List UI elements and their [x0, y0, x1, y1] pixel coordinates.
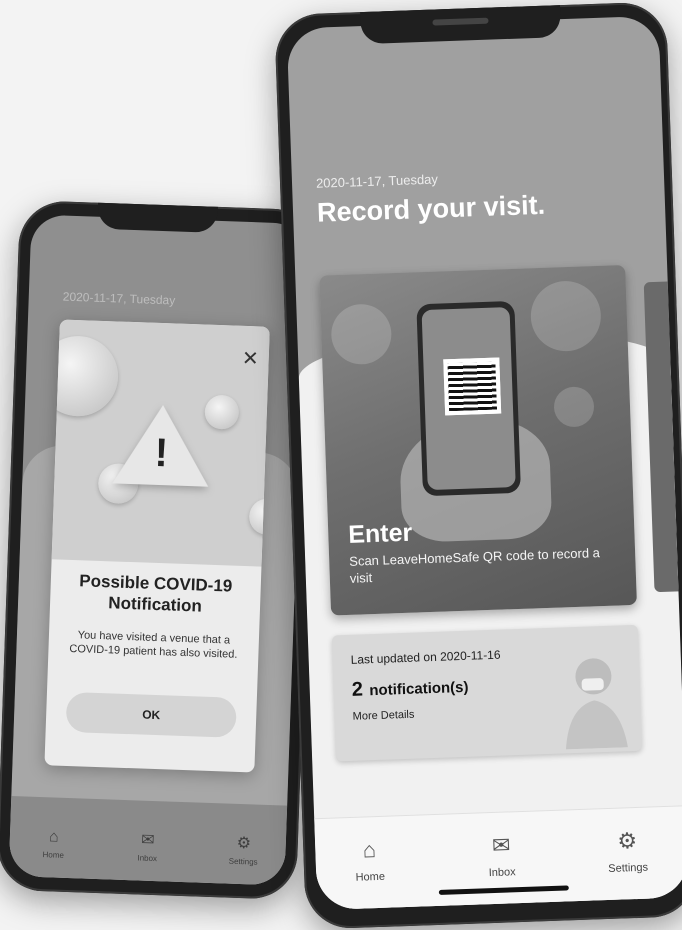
exclamation-icon: !: [153, 430, 169, 476]
virus-icon: [44, 334, 120, 418]
tab-home[interactable]: ⌂ Home: [23, 828, 84, 861]
bokeh-light: [553, 386, 595, 428]
notification-card[interactable]: Last updated on 2020-11-16 2 notificatio…: [331, 624, 643, 762]
covid-notification-modal: ! ✕ Possible COVID-19 Notification You h…: [44, 319, 270, 773]
tab-label: Inbox: [137, 853, 158, 864]
tab-inbox[interactable]: ✉ Inbox: [461, 831, 543, 880]
qr-code-icon: [443, 357, 502, 416]
notification-count: 2 notification(s): [351, 675, 468, 702]
bokeh-light: [529, 279, 603, 353]
tab-bar: ⌂ Home ✉ Inbox ⚙ Settings: [8, 796, 288, 886]
more-details-link[interactable]: More Details: [352, 709, 414, 723]
tab-label: Settings: [228, 856, 258, 867]
tab-settings[interactable]: ⚙ Settings: [213, 832, 274, 867]
enter-subtitle: Scan LeaveHomeSafe QR code to record a v…: [348, 545, 601, 586]
enter-title: Enter: [347, 518, 413, 549]
right-phone-mockup: 2020-11-17, Tuesday Record your visit. E…: [274, 1, 682, 930]
qr-hint: [426, 429, 514, 432]
phone-notch: [97, 202, 219, 233]
qr-phone-illustration: [416, 300, 521, 497]
left-phone-mockup: 2020-11-17, Tuesday ! ✕ Possible COVID-1…: [0, 199, 320, 901]
date-label: 2020-11-17, Tuesday: [62, 289, 176, 308]
modal-illustration: !: [44, 319, 270, 567]
tab-label: Home: [42, 850, 65, 860]
tab-inbox[interactable]: ✉ Inbox: [117, 829, 178, 864]
last-updated-label: Last updated on 2020-11-16: [350, 647, 501, 667]
masked-person-icon: [565, 658, 628, 750]
qr-phone-screen: [421, 307, 516, 491]
left-phone-screen: 2020-11-17, Tuesday ! ✕ Possible COVID-1…: [8, 214, 308, 886]
home-icon: ⌂: [362, 837, 377, 863]
bokeh-light: [330, 303, 393, 366]
ok-button[interactable]: OK: [65, 691, 237, 738]
home-icon: ⌂: [48, 828, 60, 846]
modal-message: You have visited a venue that a COVID-19…: [69, 629, 238, 661]
right-phone-screen: 2020-11-17, Tuesday Record your visit. E…: [286, 15, 682, 911]
tab-label: Home: [355, 870, 386, 884]
close-icon[interactable]: ✕: [242, 346, 260, 372]
date-label: 2020-11-17, Tuesday: [315, 171, 439, 191]
gear-icon: ⚙: [236, 834, 252, 853]
gear-icon: ⚙: [616, 827, 638, 854]
inbox-icon: ✉: [140, 831, 155, 850]
tab-settings[interactable]: ⚙ Settings: [587, 827, 669, 876]
count-label: notification(s): [369, 678, 469, 700]
modal-title: Possible COVID-19 Notification: [79, 571, 233, 616]
page-title: Record your visit.: [316, 189, 546, 228]
enter-card[interactable]: Enter Scan LeaveHomeSafe QR code to reco…: [319, 265, 637, 616]
tab-home[interactable]: ⌂ Home: [329, 836, 411, 885]
tab-label: Inbox: [488, 866, 516, 880]
count-number: 2: [351, 678, 364, 701]
tab-label: Settings: [608, 861, 649, 875]
inbox-icon: ✉: [491, 832, 511, 859]
tab-bar: ⌂ Home ✉ Inbox ⚙ Settings: [314, 805, 682, 911]
